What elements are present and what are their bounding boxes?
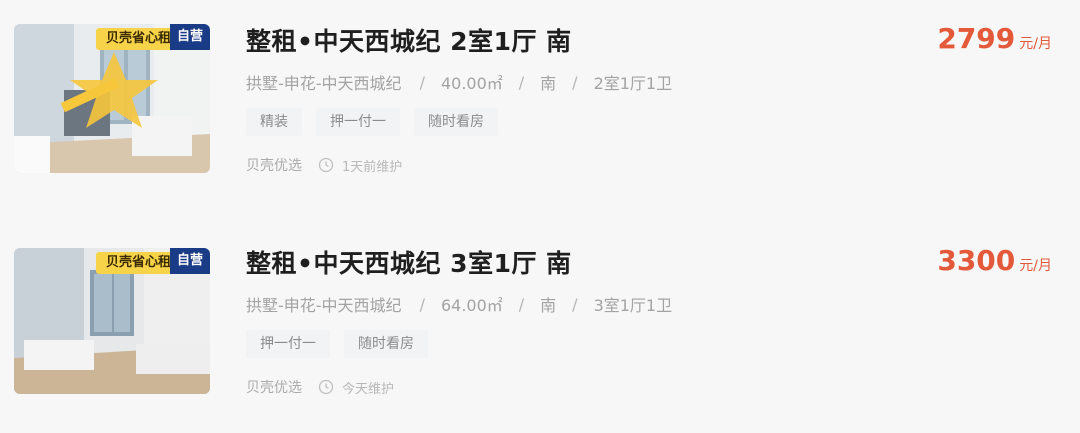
price-unit: 元/月: [1019, 36, 1052, 52]
listing-card[interactable]: 贝壳省心租 自营 整租•中天西城纪 2室1厅 南 拱墅-申花-中天西城纪 / 4…: [0, 0, 1080, 190]
tag: 押一付一: [316, 108, 400, 136]
price-value: 2799: [937, 22, 1016, 55]
listing-orientation: 南: [540, 296, 557, 315]
tag: 随时看房: [344, 330, 428, 358]
listing-tags: 精装 押一付一 随时看房: [246, 108, 498, 136]
clock-icon: [318, 379, 334, 395]
listing-photo[interactable]: 贝壳省心租 自营: [14, 24, 210, 173]
listing-updated: 1天前维护: [342, 159, 403, 175]
tag: 押一付一: [246, 330, 330, 358]
meta-divider: /: [419, 294, 425, 314]
price-value: 3300: [937, 244, 1016, 277]
listing-price: 3300 元/月: [937, 244, 1052, 277]
meta-divider: /: [518, 72, 525, 92]
meta-divider: /: [572, 72, 578, 92]
listing-footer: 贝壳优选 今天维护: [246, 377, 394, 397]
listing-tags: 押一付一 随时看房: [246, 330, 428, 358]
self-operated-badge: 自营: [170, 24, 210, 50]
price-unit: 元/月: [1019, 258, 1052, 274]
listing-orientation: 南: [540, 74, 557, 93]
meta-divider: /: [572, 294, 578, 314]
brand-badge: 贝壳省心租: [96, 252, 182, 274]
clock-icon: [318, 157, 334, 173]
listing-meta: 拱墅-申花-中天西城纪 / 40.00㎡ / 南 / 2室1厅1卫: [246, 70, 672, 94]
listing-location: 拱墅-申花-中天西城纪: [246, 74, 402, 93]
listing-updated: 今天维护: [342, 381, 395, 397]
listing-layout: 2室1厅1卫: [593, 74, 673, 93]
listing-source: 贝壳优选: [246, 380, 302, 396]
listing-price: 2799 元/月: [937, 22, 1052, 55]
meta-divider: /: [518, 294, 525, 314]
listing-area: 64.00㎡: [440, 296, 503, 315]
listing-list: 贝壳省心租 自营 整租•中天西城纪 2室1厅 南 拱墅-申花-中天西城纪 / 4…: [0, 0, 1080, 433]
listing-photo[interactable]: 贝壳省心租 自营: [14, 248, 210, 394]
listing-area: 40.00㎡: [440, 74, 503, 93]
brand-badge: 贝壳省心租: [96, 28, 182, 50]
self-operated-badge: 自营: [170, 248, 210, 274]
listing-title[interactable]: 整租•中天西城纪 3室1厅 南: [246, 244, 572, 280]
star-logo-icon: [60, 52, 158, 128]
listing-layout: 3室1厅1卫: [593, 296, 673, 315]
listing-footer: 贝壳优选 1天前维护: [246, 155, 402, 175]
listing-source: 贝壳优选: [246, 158, 302, 174]
listing-meta: 拱墅-申花-中天西城纪 / 64.00㎡ / 南 / 3室1厅1卫: [246, 292, 672, 316]
listing-card[interactable]: 贝壳省心租 自营 整租•中天西城纪 3室1厅 南 拱墅-申花-中天西城纪 / 6…: [0, 222, 1080, 412]
listing-location: 拱墅-申花-中天西城纪: [246, 296, 402, 315]
tag: 随时看房: [414, 108, 498, 136]
tag: 精装: [246, 108, 302, 136]
meta-divider: /: [419, 72, 425, 92]
listing-title[interactable]: 整租•中天西城纪 2室1厅 南: [246, 22, 572, 58]
